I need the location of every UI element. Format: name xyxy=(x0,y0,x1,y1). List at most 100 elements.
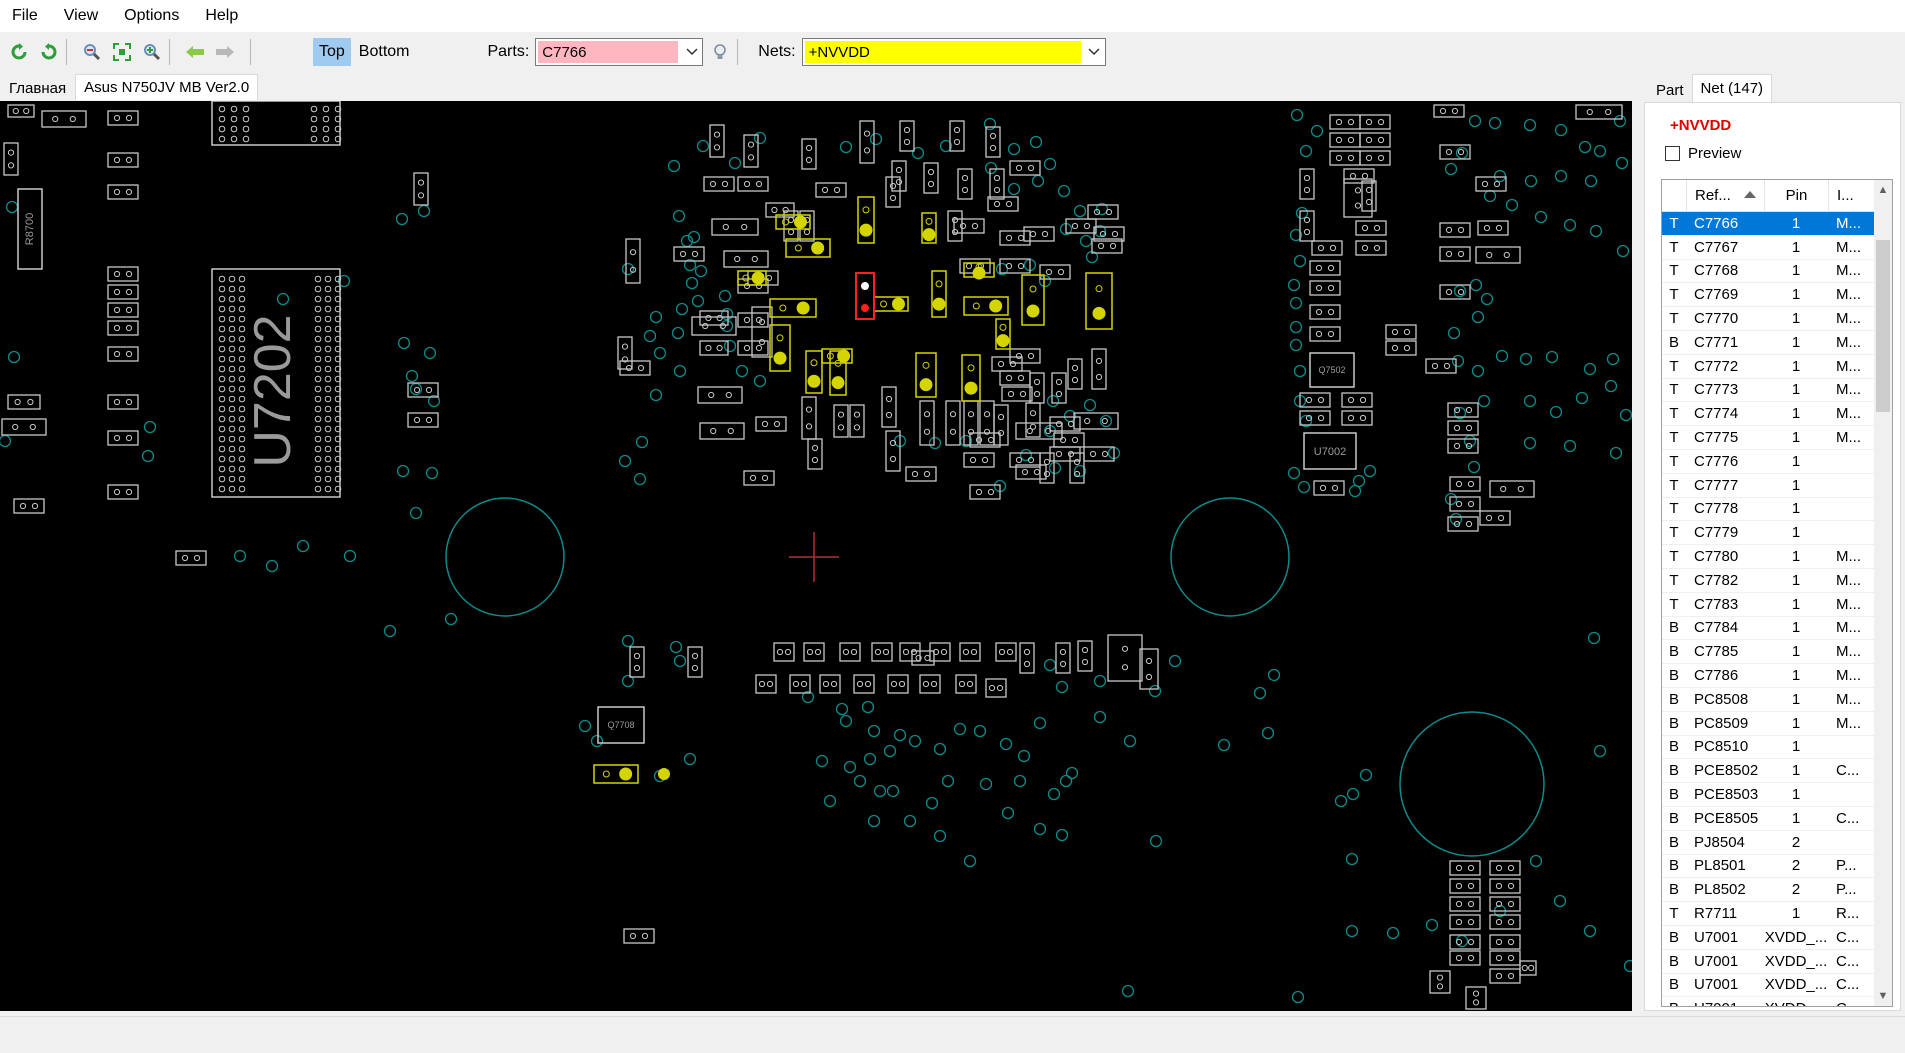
table-row[interactable]: B PCE8503 1 xyxy=(1662,783,1876,807)
forward-arrow-icon[interactable] xyxy=(214,41,236,63)
component-outline xyxy=(107,284,139,300)
table-row[interactable]: T C7783 1 M... xyxy=(1662,593,1876,617)
via xyxy=(984,161,998,175)
table-row[interactable]: B C7786 1 M... xyxy=(1662,664,1876,688)
table-row[interactable]: T C7777 1 xyxy=(1662,474,1876,498)
component-outline xyxy=(815,182,847,198)
via xyxy=(1615,156,1629,170)
table-row[interactable]: T C7767 1 M... xyxy=(1662,236,1876,260)
scrollbar-thumb[interactable] xyxy=(1876,240,1890,412)
parts-combobox[interactable]: C7766 xyxy=(535,38,704,66)
lightbulb-icon[interactable] xyxy=(709,41,731,63)
component-outline xyxy=(1077,640,1093,672)
column-ref[interactable]: Ref... xyxy=(1686,180,1764,211)
chevron-down-icon[interactable] xyxy=(1082,39,1105,65)
table-row[interactable]: BU7001XVDD_...C... xyxy=(1662,950,1876,974)
column-pin[interactable]: Pin xyxy=(1764,180,1828,211)
scroll-up-icon[interactable]: ▲ xyxy=(1874,180,1892,200)
component-pin xyxy=(958,680,966,688)
component-outline xyxy=(1439,246,1471,262)
table-row[interactable]: T C7768 1 M... xyxy=(1662,260,1876,284)
component-pin xyxy=(895,178,903,186)
bottom-side-button[interactable]: Bottom xyxy=(353,38,416,66)
menu-options[interactable]: Options xyxy=(124,7,191,25)
document-tabs: Главная Asus N750JV MB Ver2.0 xyxy=(0,74,259,100)
table-row[interactable]: T C7770 1 M... xyxy=(1662,307,1876,331)
table-row[interactable]: T C7774 1 M... xyxy=(1662,402,1876,427)
table-row[interactable]: B PC8508 1 M... xyxy=(1662,688,1876,712)
table-row[interactable]: B PL8501 2 P... xyxy=(1662,855,1876,879)
table-row[interactable]: T C7780 1 M... xyxy=(1662,545,1876,569)
scroll-down-icon[interactable]: ▼ xyxy=(1874,986,1892,1006)
menu-view[interactable]: View xyxy=(64,7,110,25)
table-row[interactable]: B C7785 1 M... xyxy=(1662,640,1876,665)
fit-view-icon[interactable] xyxy=(111,41,133,63)
table-row[interactable]: B PCE8505 1 C... xyxy=(1662,807,1876,831)
table-row[interactable]: T C7773 1 M... xyxy=(1662,379,1876,403)
grid-scrollbar[interactable]: ▲ ▼ xyxy=(1874,180,1892,1006)
zoom-out-icon[interactable] xyxy=(81,41,103,63)
rotate-right-icon[interactable] xyxy=(38,41,60,63)
top-side-button[interactable]: Top xyxy=(313,38,351,66)
table-row[interactable]: T C7775 1 M... xyxy=(1662,426,1876,450)
table-row[interactable]: B C7784 1 M... xyxy=(1662,617,1876,641)
cell-side: B xyxy=(1668,738,1679,756)
table-row[interactable]: B PCE8502 1 C... xyxy=(1662,759,1876,784)
tab-board-file[interactable]: Asus N750JV MB Ver2.0 xyxy=(75,74,259,100)
cell-pin: 1 xyxy=(1791,429,1801,447)
column-info[interactable]: I... xyxy=(1828,180,1876,211)
preview-checkbox[interactable]: Preview xyxy=(1665,145,1741,162)
menu-file[interactable]: File xyxy=(12,7,50,25)
component-outline xyxy=(1329,114,1361,130)
rotate-left-icon[interactable] xyxy=(8,41,30,63)
table-row[interactable]: B PJ8504 2 xyxy=(1662,831,1876,855)
zoom-in-icon[interactable] xyxy=(141,41,163,63)
tab-main[interactable]: Главная xyxy=(0,76,75,100)
back-arrow-icon[interactable] xyxy=(184,41,206,63)
component-outline xyxy=(687,646,703,678)
bga-pin xyxy=(314,445,322,453)
tab-part[interactable]: Part xyxy=(1648,78,1692,102)
table-row[interactable]: T C7782 1 M... xyxy=(1662,569,1876,593)
table-row[interactable]: T C7776 1 xyxy=(1662,450,1876,474)
net-highlight-part[interactable] xyxy=(1085,272,1113,330)
net-pins-grid[interactable]: Ref... Pin I... T C7766 1 M... T C7767 1 M... T C… xyxy=(1661,179,1893,1007)
tab-net[interactable]: Net (147) xyxy=(1691,74,1773,102)
table-row[interactable]: T C7779 1 xyxy=(1662,521,1876,546)
component-pin xyxy=(743,344,751,352)
bga-pin xyxy=(324,445,332,453)
table-row[interactable]: T C7769 1 M... xyxy=(1662,283,1876,308)
table-row[interactable]: B PC8509 1 M... xyxy=(1662,712,1876,736)
nets-combobox[interactable]: +NVVDD xyxy=(801,38,1106,66)
via xyxy=(979,777,993,791)
table-row[interactable]: T C7778 1 xyxy=(1662,498,1876,522)
table-row[interactable]: B PC8510 1 xyxy=(1662,736,1876,760)
board-view[interactable]: U7202 R8700 U7002 Q7502 Q7708 xyxy=(0,101,1632,1011)
table-row[interactable]: B C7771 1 M... xyxy=(1662,331,1876,355)
checkbox-box[interactable] xyxy=(1665,146,1680,161)
component-pin xyxy=(961,174,969,182)
via xyxy=(1046,394,1060,408)
column-side[interactable] xyxy=(1662,180,1686,211)
table-row[interactable]: BU7001XVDD_...C... xyxy=(1662,926,1876,950)
table-row[interactable]: BU7001XVDD_...C... xyxy=(1662,974,1876,998)
table-row[interactable]: B PL8502 2 P... xyxy=(1662,878,1876,903)
table-row[interactable]: T C7766 1 M... xyxy=(1662,212,1876,236)
table-row[interactable]: T C7772 1 M... xyxy=(1662,355,1876,379)
menu-help[interactable]: Help xyxy=(205,7,250,25)
parts-value[interactable]: C7766 xyxy=(538,41,679,63)
via xyxy=(1290,108,1304,122)
component-pin xyxy=(1083,222,1091,230)
component-outline xyxy=(107,346,139,362)
cell-info: C... xyxy=(1836,809,1860,827)
table-row[interactable]: BU7001XVDD_...C... xyxy=(1662,997,1876,1006)
selected-part-c7766[interactable] xyxy=(855,272,875,320)
component-pin xyxy=(1486,251,1493,259)
via xyxy=(673,364,687,378)
cell-info: M... xyxy=(1836,286,1861,304)
chevron-down-icon[interactable] xyxy=(680,39,702,65)
nets-value[interactable]: +NVVDD xyxy=(804,41,1081,63)
board-canvas[interactable]: U7202 R8700 U7002 Q7502 Q7708 xyxy=(0,101,1632,1011)
component-pin xyxy=(709,180,717,188)
table-row[interactable]: T R7711 1 R... xyxy=(1662,902,1876,926)
